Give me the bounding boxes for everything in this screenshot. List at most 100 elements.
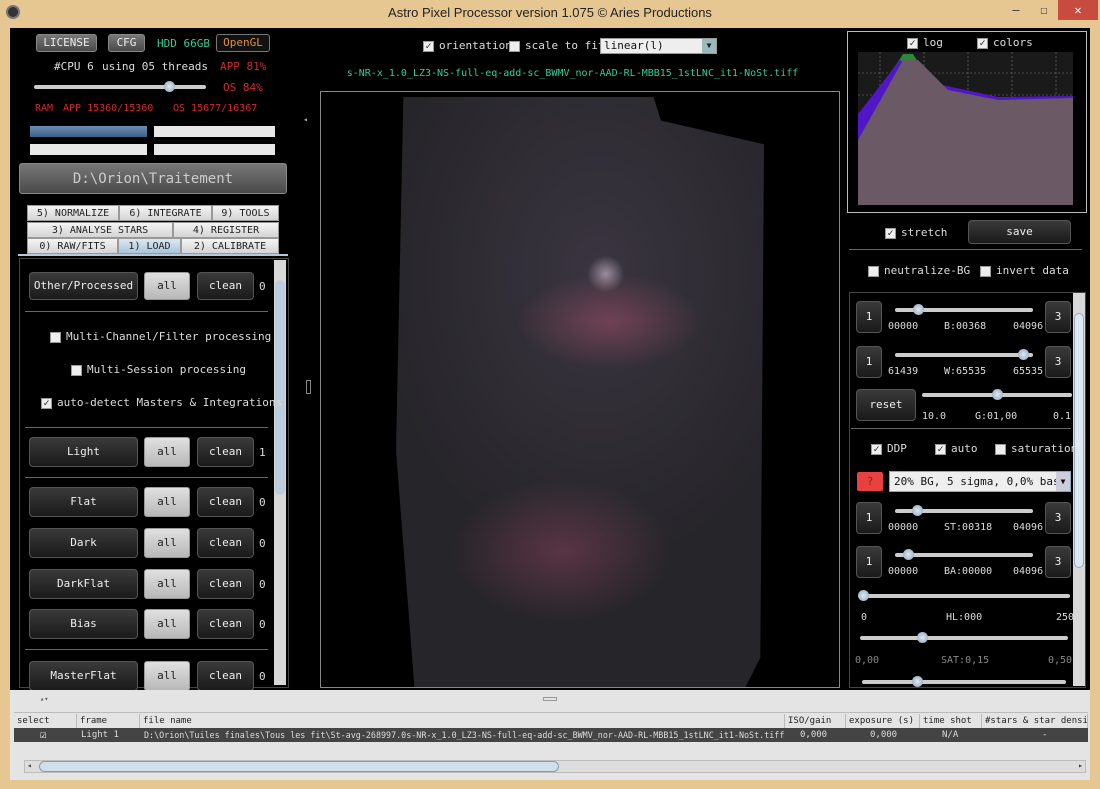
light-all-button[interactable]: all xyxy=(144,437,190,467)
slider-knob[interactable] xyxy=(992,389,1003,400)
dark-clean-button[interactable]: clean xyxy=(197,528,254,558)
multisession-checkbox[interactable]: Multi-Session processing xyxy=(71,363,246,376)
load-scrollbar[interactable] xyxy=(274,260,286,685)
masterflat-button[interactable]: MasterFlat xyxy=(29,661,138,691)
checkmark-icon[interactable]: ✓ xyxy=(871,443,882,455)
scroll-right-icon[interactable]: ▸ xyxy=(1078,761,1083,770)
bias-clean-button[interactable]: clean xyxy=(197,609,254,639)
checkmark-icon[interactable]: ✓ xyxy=(41,397,52,409)
checkmark-icon[interactable]: ✓ xyxy=(423,40,434,52)
threads-slider-knob[interactable] xyxy=(164,81,175,92)
opengl-button[interactable]: OpenGL xyxy=(216,34,270,52)
checkbox-icon[interactable] xyxy=(50,331,61,343)
other-processed-button[interactable]: Other/Processed xyxy=(29,272,138,300)
scroll-thumb[interactable] xyxy=(1074,313,1084,568)
column-header[interactable]: ISO/gain xyxy=(785,714,846,728)
checkbox-icon[interactable] xyxy=(995,443,1006,455)
masterflat-all-button[interactable]: all xyxy=(144,661,190,691)
save-button[interactable]: save xyxy=(968,220,1071,244)
invert-data-checkbox[interactable]: invert data xyxy=(980,264,1069,277)
scroll-thumb[interactable] xyxy=(39,761,559,772)
splitter-handle[interactable] xyxy=(543,697,557,701)
collapse-left-icon[interactable]: ◂ xyxy=(303,115,308,124)
auto-checkbox[interactable]: ✓ auto xyxy=(935,442,978,455)
stretch-mode-select[interactable]: linear(l) ▼ xyxy=(600,38,717,54)
darkflat-clean-button[interactable]: clean xyxy=(197,569,254,599)
dark-button[interactable]: Dark xyxy=(29,528,138,558)
darkflat-button[interactable]: DarkFlat xyxy=(29,569,138,599)
autodetect-checkbox[interactable]: ✓ auto-detect Masters & Integrations xyxy=(41,396,282,409)
slider-knob[interactable] xyxy=(912,676,923,687)
orientation-checkbox[interactable]: ✓ orientation xyxy=(423,39,512,52)
slider-knob[interactable] xyxy=(903,549,914,560)
flat-button[interactable]: Flat xyxy=(29,487,138,517)
b-slider[interactable] xyxy=(895,304,1033,315)
checkbox-icon[interactable] xyxy=(71,364,82,376)
bias-button[interactable]: Bias xyxy=(29,609,138,639)
checkmark-icon[interactable]: ✓ xyxy=(935,443,946,455)
tab-load[interactable]: 1) LOAD xyxy=(118,238,181,254)
maximize-button[interactable]: ☐ xyxy=(1030,0,1058,20)
saturation-checkbox[interactable]: saturation xyxy=(995,442,1077,455)
checkmark-icon[interactable]: ✓ xyxy=(885,227,896,239)
flat-all-button[interactable]: all xyxy=(144,487,190,517)
ba-decrement-button[interactable]: 1 xyxy=(856,546,882,578)
cfg-button[interactable]: CFG xyxy=(108,34,145,52)
ba-increment-button[interactable]: 3 xyxy=(1045,546,1071,578)
hl-slider[interactable] xyxy=(858,590,1070,601)
st-decrement-button[interactable]: 1 xyxy=(856,502,882,534)
checkmark-icon[interactable]: ✓ xyxy=(907,37,918,49)
w-increment-button[interactable]: 3 xyxy=(1045,346,1071,378)
tab-register[interactable]: 4) REGISTER xyxy=(173,222,279,238)
checkmark-icon[interactable]: ✓ xyxy=(977,37,988,49)
working-directory-button[interactable]: D:\Orion\Traitement xyxy=(19,163,287,194)
tab-integrate[interactable]: 6) INTEGRATE xyxy=(119,205,212,221)
multichannel-checkbox[interactable]: Multi-Channel/Filter processing xyxy=(50,330,271,343)
other-clean-button[interactable]: clean xyxy=(197,272,254,300)
reset-button[interactable]: reset xyxy=(856,389,916,421)
close-button[interactable]: ✕ xyxy=(1058,0,1098,20)
w-slider[interactable] xyxy=(895,349,1033,360)
ddp-checkbox[interactable]: ✓ DDP xyxy=(871,442,907,455)
neutralize-bg-checkbox[interactable]: neutralize-BG xyxy=(868,264,970,277)
tab-tools[interactable]: 9) TOOLS xyxy=(212,205,279,221)
light-button[interactable]: Light xyxy=(29,437,138,467)
masterflat-clean-button[interactable]: clean xyxy=(197,661,254,691)
extra-slider[interactable] xyxy=(862,676,1066,687)
darkflat-all-button[interactable]: all xyxy=(144,569,190,599)
ba-slider[interactable] xyxy=(895,549,1033,560)
threads-slider[interactable] xyxy=(34,81,206,92)
colors-checkbox[interactable]: ✓ colors xyxy=(977,36,1033,49)
minimize-button[interactable]: – xyxy=(1002,0,1030,20)
stretch-checkbox[interactable]: ✓ stretch xyxy=(885,226,947,239)
column-header[interactable]: #stars & star densit xyxy=(982,714,1088,728)
select-checkbox[interactable]: ☑ xyxy=(40,728,47,742)
flat-clean-button[interactable]: clean xyxy=(197,487,254,517)
help-button[interactable]: ? xyxy=(857,472,883,491)
column-header[interactable]: file name xyxy=(140,714,785,728)
slider-knob[interactable] xyxy=(911,505,923,516)
bias-all-button[interactable]: all xyxy=(144,609,190,639)
image-viewer[interactable] xyxy=(320,91,840,688)
b-decrement-button[interactable]: 1 xyxy=(856,301,882,333)
st-slider[interactable] xyxy=(895,505,1033,516)
column-header[interactable]: select xyxy=(14,714,77,728)
log-checkbox[interactable]: ✓ log xyxy=(907,36,943,49)
sort-arrows-icon[interactable]: ▴▾ xyxy=(40,695,48,703)
tab-calibrate[interactable]: 2) CALIBRATE xyxy=(181,238,279,254)
tab-normalize[interactable]: 5) NORMALIZE xyxy=(27,205,119,221)
slider-knob[interactable] xyxy=(1018,349,1029,360)
other-all-button[interactable]: all xyxy=(144,272,190,300)
st-increment-button[interactable]: 3 xyxy=(1045,502,1071,534)
dark-all-button[interactable]: all xyxy=(144,528,190,558)
tab-analyse-stars[interactable]: 3) ANALYSE STARS xyxy=(27,222,173,238)
checkbox-icon[interactable] xyxy=(980,265,991,277)
light-clean-button[interactable]: clean xyxy=(197,437,254,467)
scroll-left-icon[interactable]: ◂ xyxy=(27,761,32,770)
controls-scrollbar[interactable] xyxy=(1073,293,1085,686)
w-decrement-button[interactable]: 1 xyxy=(856,346,882,378)
checkbox-icon[interactable] xyxy=(868,265,879,277)
ddp-preset-select[interactable]: 20% BG, 5 sigma, 0,0% base ▼ xyxy=(889,471,1071,492)
horizontal-scrollbar[interactable]: ◂ ▸ xyxy=(24,760,1086,773)
b-increment-button[interactable]: 3 xyxy=(1045,301,1071,333)
